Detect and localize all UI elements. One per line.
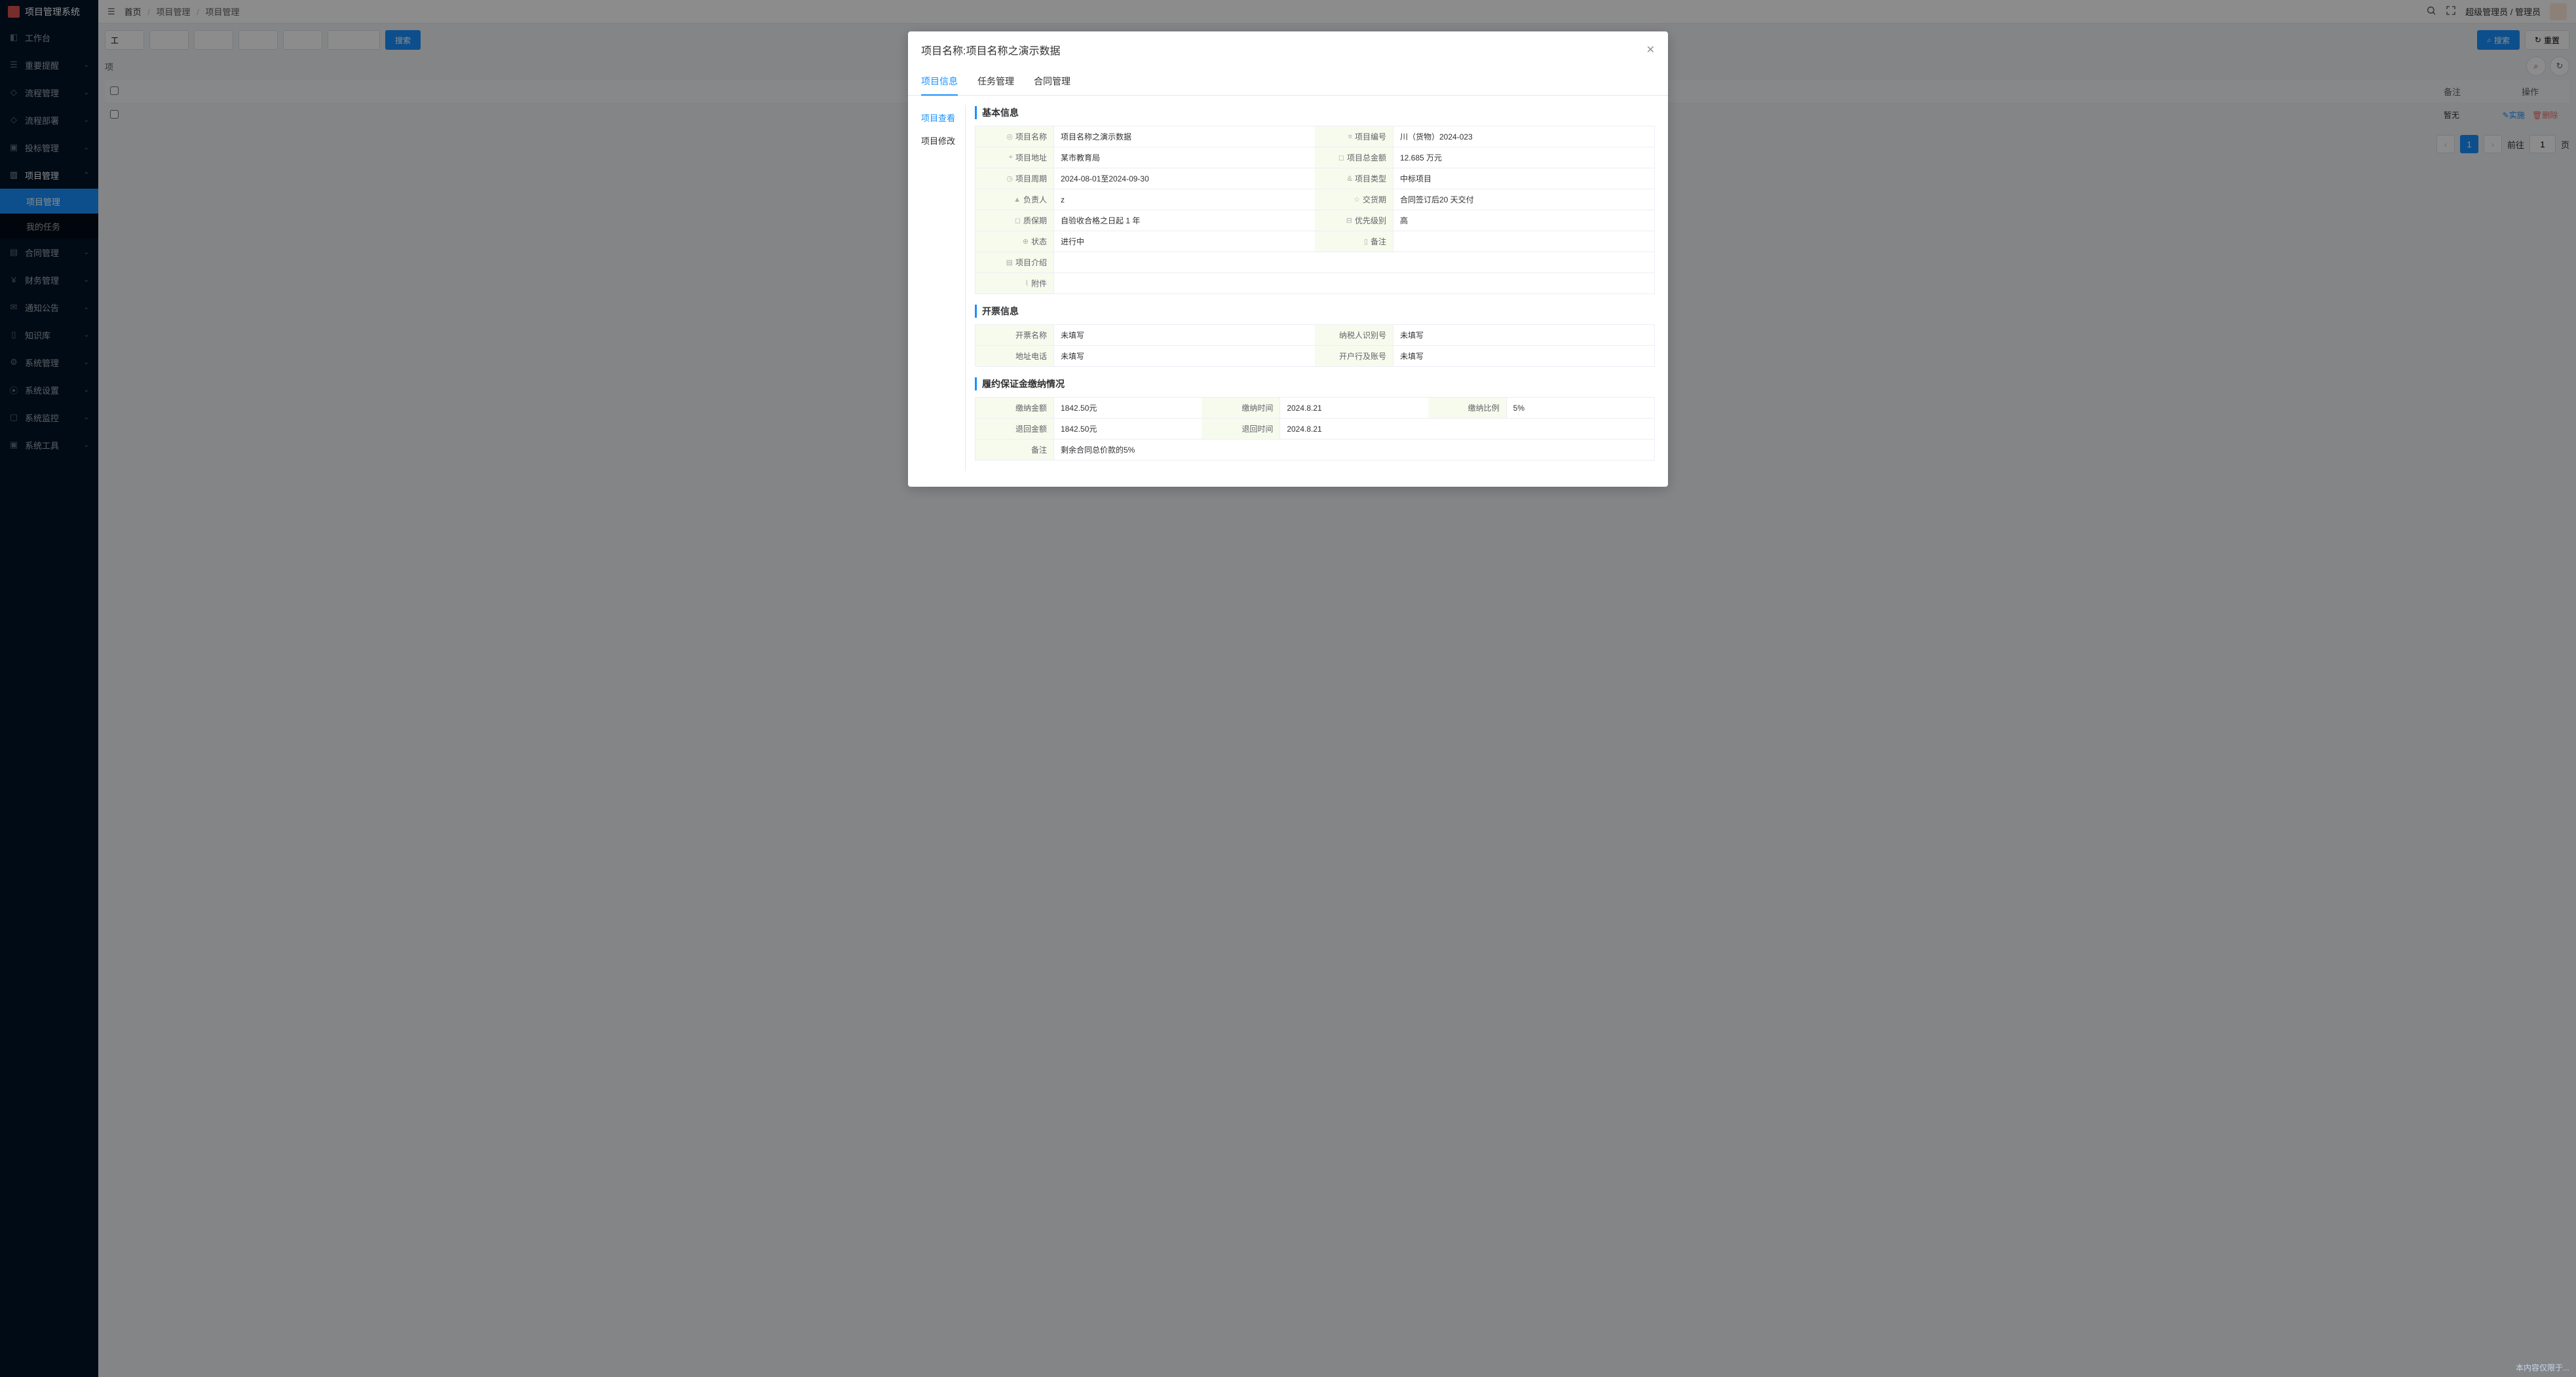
val-remark bbox=[1393, 231, 1654, 252]
lbl: 退回金额 bbox=[1015, 423, 1047, 434]
val-period: 2024-08-01至2024-09-30 bbox=[1054, 168, 1315, 189]
val-total: 12.685 万元 bbox=[1393, 147, 1654, 168]
side-tabs: 项目查看 项目修改 bbox=[921, 105, 966, 471]
tab-info[interactable]: 项目信息 bbox=[921, 68, 958, 96]
lbl: 项目周期 bbox=[1015, 173, 1047, 184]
priority-icon: ⊟ bbox=[1346, 216, 1352, 225]
type-icon: & bbox=[1348, 175, 1352, 183]
pin-icon: ⌖ bbox=[1009, 153, 1013, 162]
lbl: 开户行及账号 bbox=[1339, 350, 1386, 362]
tab-task[interactable]: 任务管理 bbox=[977, 68, 1014, 95]
doc-icon: ▤ bbox=[1006, 258, 1013, 267]
lbl: 项目编号 bbox=[1355, 131, 1386, 142]
val-status: 进行中 bbox=[1054, 231, 1315, 252]
val-priority: 高 bbox=[1393, 210, 1654, 231]
lbl: 地址电话 bbox=[1015, 350, 1047, 362]
status-icon: ⊕ bbox=[1023, 237, 1029, 246]
val-pay-amt: 1842.50元 bbox=[1054, 398, 1202, 418]
val-pay-time: 2024.8.21 bbox=[1280, 398, 1428, 418]
star-icon: ☆ bbox=[1354, 195, 1360, 204]
lbl: 纳税人识别号 bbox=[1339, 330, 1386, 341]
clock-icon: ◷ bbox=[1006, 174, 1013, 183]
lbl: 优先级别 bbox=[1355, 215, 1386, 226]
side-tab-edit[interactable]: 项目修改 bbox=[921, 129, 965, 152]
money-icon: ◻ bbox=[1338, 153, 1344, 162]
shield-icon: ◻ bbox=[1015, 216, 1021, 225]
section-basic: 基本信息 bbox=[975, 106, 1655, 119]
tag-icon: ◎ bbox=[1006, 132, 1013, 141]
lbl: 质保期 bbox=[1023, 215, 1047, 226]
tab-contract[interactable]: 合同管理 bbox=[1034, 68, 1070, 95]
lbl: 缴纳比例 bbox=[1468, 402, 1500, 413]
val-dep-remark: 剩余合同总价款的5% bbox=[1054, 440, 1654, 460]
modal-tabs: 项目信息 任务管理 合同管理 bbox=[908, 68, 1668, 96]
lbl: 交货期 bbox=[1363, 194, 1386, 205]
lbl: 备注 bbox=[1371, 236, 1386, 247]
val-inv-name: 未填写 bbox=[1054, 325, 1315, 345]
close-icon[interactable]: ✕ bbox=[1646, 43, 1655, 56]
side-tab-view[interactable]: 项目查看 bbox=[921, 106, 965, 129]
val-ret-time: 2024.8.21 bbox=[1280, 419, 1654, 439]
section-invoice: 开票信息 bbox=[975, 305, 1655, 318]
val-project-no: 川（货物）2024-023 bbox=[1393, 126, 1654, 147]
section-deposit: 履约保证金缴纳情况 bbox=[975, 377, 1655, 390]
lbl: 附件 bbox=[1031, 278, 1047, 289]
lbl: 项目地址 bbox=[1015, 152, 1047, 163]
lbl: 状态 bbox=[1031, 236, 1047, 247]
val-attach bbox=[1054, 273, 1654, 293]
lbl: 项目介绍 bbox=[1015, 257, 1047, 268]
lbl: 备注 bbox=[1031, 444, 1047, 455]
modal-mask: 项目名称:项目名称之演示数据 ✕ 项目信息 任务管理 合同管理 项目查看 项目修… bbox=[0, 0, 2576, 1377]
modal-title: 项目名称:项目名称之演示数据 bbox=[921, 42, 1060, 58]
lbl: 负责人 bbox=[1023, 194, 1047, 205]
val-inv-bank: 未填写 bbox=[1393, 346, 1654, 366]
val-address: 某市教育局 bbox=[1054, 147, 1315, 168]
list-icon: ≡ bbox=[1348, 133, 1352, 141]
lbl: 项目总金额 bbox=[1347, 152, 1386, 163]
attach-icon: ⌇ bbox=[1025, 279, 1029, 288]
val-pay-ratio: 5% bbox=[1507, 398, 1654, 418]
val-type: 中标项目 bbox=[1393, 168, 1654, 189]
val-inv-tax: 未填写 bbox=[1393, 325, 1654, 345]
lbl: 项目类型 bbox=[1355, 173, 1386, 184]
lbl: 项目名称 bbox=[1015, 131, 1047, 142]
val-inv-addr: 未填写 bbox=[1054, 346, 1315, 366]
project-detail-modal: 项目名称:项目名称之演示数据 ✕ 项目信息 任务管理 合同管理 项目查看 项目修… bbox=[908, 31, 1668, 487]
val-warranty: 自验收合格之日起 1 年 bbox=[1054, 210, 1315, 231]
val-intro bbox=[1054, 252, 1654, 273]
val-owner: z bbox=[1054, 189, 1315, 210]
user-icon: ▲ bbox=[1013, 196, 1021, 204]
val-delivery: 合同签订后20 天交付 bbox=[1393, 189, 1654, 210]
val-ret-amt: 1842.50元 bbox=[1054, 419, 1202, 439]
lbl: 缴纳时间 bbox=[1241, 402, 1273, 413]
lbl: 开票名称 bbox=[1015, 330, 1047, 341]
lbl: 缴纳金额 bbox=[1015, 402, 1047, 413]
watermark: 本内容仅限于... bbox=[2516, 1362, 2569, 1373]
note-icon: ▯ bbox=[1364, 237, 1368, 246]
val-project-name: 项目名称之演示数据 bbox=[1054, 126, 1315, 147]
lbl: 退回时间 bbox=[1241, 423, 1273, 434]
